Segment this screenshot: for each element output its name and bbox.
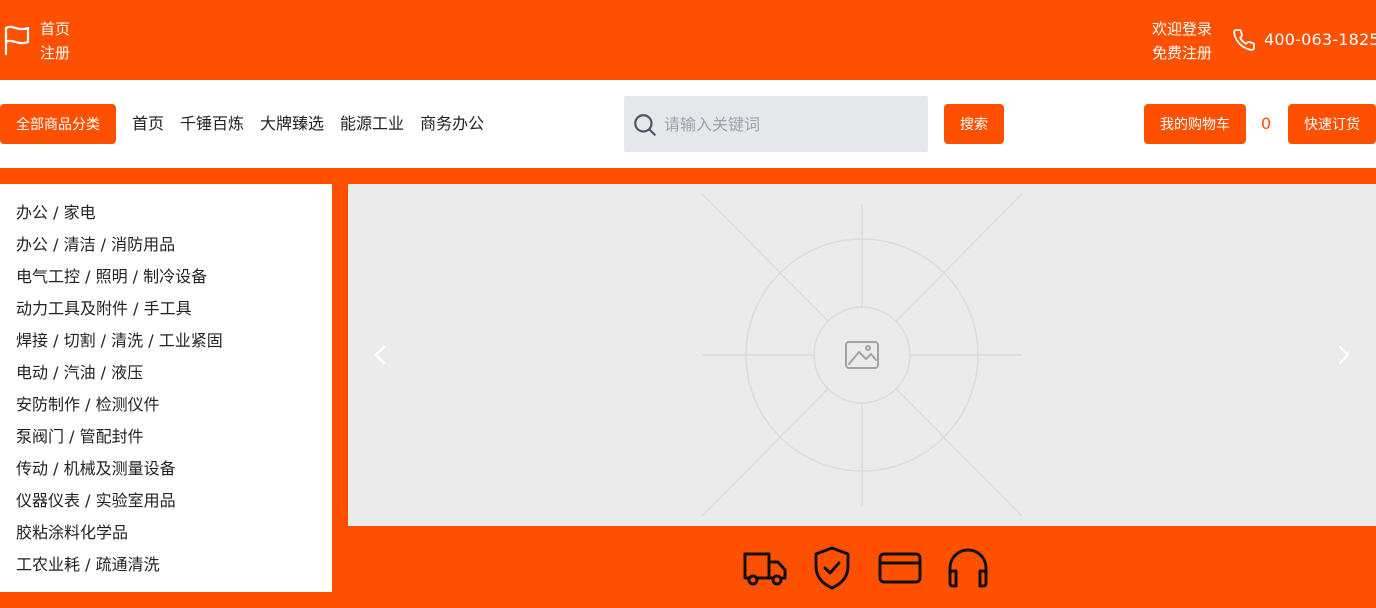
service-icons (740, 544, 992, 592)
category-item[interactable]: 传动 / 机械及测量设备 (0, 456, 332, 488)
phone-icon (1233, 29, 1255, 51)
truck-icon (743, 552, 787, 586)
headphones-icon (948, 548, 988, 588)
main-nav: 首页 千锤百炼 大牌臻选 能源工业 商务办公 (132, 113, 484, 135)
chevron-left-icon[interactable] (370, 344, 390, 366)
top-bar: 首页 注册 欢迎登录 免费注册 400-063-1825 (0, 0, 1376, 80)
search-input[interactable] (664, 110, 914, 138)
chevron-right-icon[interactable] (1334, 344, 1354, 366)
banner-carousel[interactable] (348, 184, 1376, 526)
free-register-link[interactable]: 免费注册 (1152, 41, 1212, 65)
nav-link-brands[interactable]: 大牌臻选 (260, 113, 324, 135)
category-item[interactable]: 安防制作 / 检测仪件 (0, 392, 332, 424)
category-item[interactable]: 泵阀门 / 管配封件 (0, 424, 332, 456)
register-link[interactable]: 注册 (40, 41, 70, 65)
nav-link-energy[interactable]: 能源工业 (340, 113, 404, 135)
nav-bar: 全部商品分类 首页 千锤百炼 大牌臻选 能源工业 商务办公 搜索 我的购物车 0… (0, 80, 1376, 168)
search-button[interactable]: 搜索 (944, 104, 1004, 144)
home-link[interactable]: 首页 (40, 17, 70, 41)
search-icon (634, 114, 656, 136)
category-item[interactable]: 办公 / 清洁 / 消防用品 (0, 232, 332, 264)
nav-link-qianchui[interactable]: 千锤百炼 (180, 113, 244, 135)
category-item[interactable]: 焊接 / 切割 / 清洗 / 工业紧固 (0, 328, 332, 360)
shield-check-icon (814, 546, 850, 590)
user-links: 欢迎登录 免费注册 (1152, 17, 1212, 65)
all-categories-button[interactable]: 全部商品分类 (0, 104, 116, 144)
nav-link-home[interactable]: 首页 (132, 113, 164, 135)
category-item[interactable]: 办公 / 家电 (0, 200, 332, 232)
category-item[interactable]: 胶粘涂料化学品 (0, 520, 332, 552)
quick-order-button[interactable]: 快速订货 (1288, 104, 1376, 144)
category-item[interactable]: 电动 / 汽油 / 液压 (0, 360, 332, 392)
category-item[interactable]: 工农业耗 / 疏通清洗 (0, 552, 332, 584)
search-box (624, 96, 928, 152)
flag-icon (4, 25, 30, 56)
cart-button[interactable]: 我的购物车 (1144, 104, 1246, 144)
hotline-number: 400-063-1825 (1264, 30, 1376, 49)
top-links: 首页 注册 (40, 17, 70, 65)
credit-card-icon (878, 552, 922, 584)
category-item[interactable]: 电气工控 / 照明 / 制冷设备 (0, 264, 332, 296)
category-panel: 办公 / 家电 办公 / 清洁 / 消防用品 电气工控 / 照明 / 制冷设备 … (0, 184, 332, 592)
category-item[interactable]: 仪器仪表 / 实验室用品 (0, 488, 332, 520)
login-link[interactable]: 欢迎登录 (1152, 17, 1212, 41)
cart-count: 0 (1261, 114, 1272, 133)
category-item[interactable]: 动力工具及附件 / 手工具 (0, 296, 332, 328)
image-placeholder-icon (701, 193, 1023, 517)
nav-link-office[interactable]: 商务办公 (420, 113, 484, 135)
